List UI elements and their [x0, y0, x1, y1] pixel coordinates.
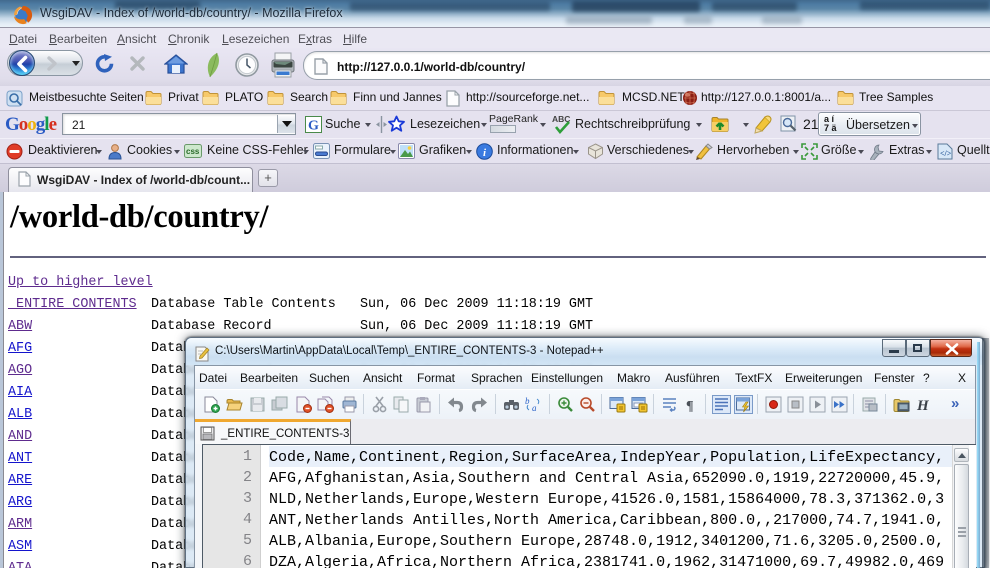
svg-text:</>: </>: [940, 149, 952, 158]
svg-text:H: H: [916, 398, 930, 413]
svg-text:a: a: [532, 403, 537, 413]
svg-text:G: G: [308, 119, 319, 134]
svg-text:css: css: [186, 147, 200, 156]
svg-text:¶: ¶: [686, 399, 694, 413]
svg-text:b: b: [525, 396, 530, 406]
